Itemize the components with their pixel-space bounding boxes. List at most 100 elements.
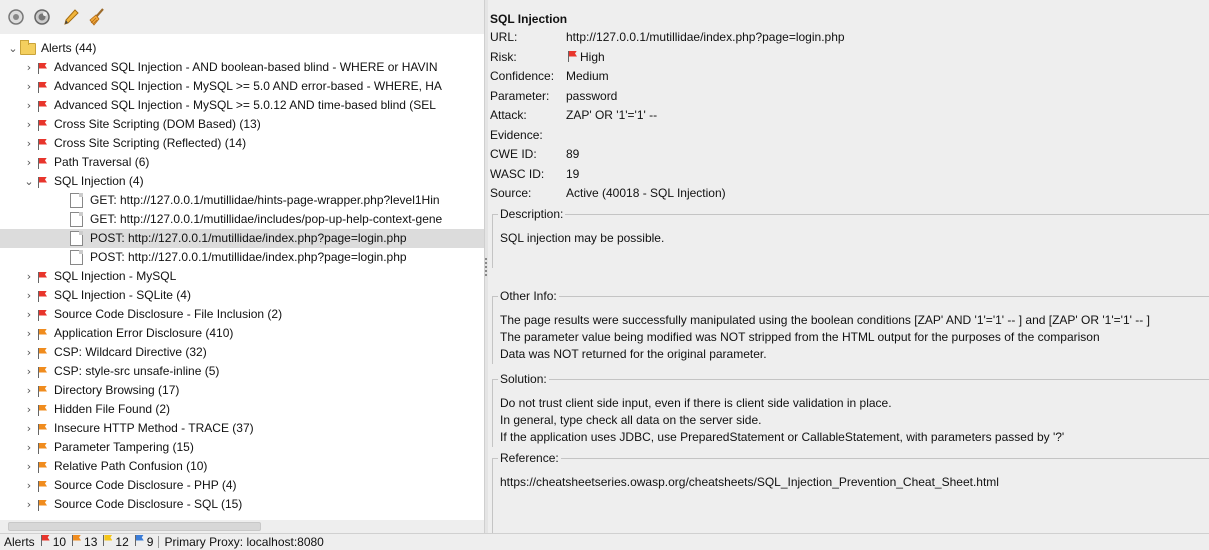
- tree-item-label: Insecure HTTP Method - TRACE (37): [54, 421, 254, 435]
- detail-field-key: Source:: [490, 186, 532, 200]
- flag-icon: [36, 461, 50, 473]
- horizontal-scrollbar[interactable]: [0, 520, 484, 533]
- detail-field-row: URL: http://127.0.0.1/mutillidae/index.ph…: [490, 28, 845, 47]
- tree-item-label: Source Code Disclosure - SQL (15): [54, 497, 243, 511]
- alerts-tree-panel: ⌄ Alerts (44) › Advanced SQL Injection - …: [0, 0, 484, 533]
- tree-alert-item[interactable]: › Source Code Disclosure - PHP (4): [22, 476, 237, 495]
- flag-icon: [36, 271, 50, 283]
- tree-alert-item[interactable]: › Advanced SQL Injection - AND boolean-ba…: [22, 58, 438, 77]
- chevron-right-icon[interactable]: ›: [22, 134, 36, 153]
- detail-field-key: Evidence:: [490, 127, 543, 142]
- tree-alert-item[interactable]: › Cross Site Scripting (DOM Based) (13): [22, 115, 261, 134]
- tree-alert-item[interactable]: › Application Error Disclosure (410): [22, 324, 234, 343]
- globe-icon[interactable]: [31, 6, 53, 28]
- tree-alert-item[interactable]: › Directory Browsing (17): [22, 381, 180, 400]
- chevron-right-icon[interactable]: ›: [22, 96, 36, 115]
- flag-icon: [36, 138, 50, 150]
- chevron-right-icon[interactable]: ›: [22, 77, 36, 96]
- detail-field-value: http://127.0.0.1/mutillidae/index.php?pa…: [566, 30, 845, 44]
- tree-item-label: SQL Injection (4): [54, 174, 144, 188]
- tree-alert-item[interactable]: › Insecure HTTP Method - TRACE (37): [22, 419, 254, 438]
- alerts-tree: ⌄ Alerts (44) › Advanced SQL Injection - …: [0, 34, 484, 520]
- chevron-right-icon[interactable]: ›: [22, 381, 36, 400]
- broom-icon[interactable]: [86, 6, 108, 28]
- tree-instance-item[interactable]: GET: http://127.0.0.1/mutillidae/hints-p…: [0, 191, 440, 210]
- flag-icon: [36, 309, 50, 321]
- detail-field-row: CWE ID: 89: [490, 145, 579, 164]
- chevron-right-icon[interactable]: ›: [22, 305, 36, 324]
- circle-target-icon[interactable]: [5, 6, 27, 28]
- tree-alert-item[interactable]: › Cross Site Scripting (Reflected) (14): [22, 134, 246, 153]
- tree-alert-item[interactable]: › Hidden File Found (2): [22, 400, 170, 419]
- tree-alert-item[interactable]: › Relative Path Confusion (10): [22, 457, 208, 476]
- chevron-right-icon[interactable]: ›: [22, 267, 36, 286]
- tree-alert-item[interactable]: › Source Code Disclosure - File Inclusion…: [22, 305, 282, 324]
- text-line: In general, type check all data on the s…: [500, 413, 762, 427]
- pencil-icon[interactable]: [60, 6, 82, 28]
- detail-field-key: Parameter:: [490, 88, 550, 103]
- tree-alert-item[interactable]: › Advanced SQL Injection - MySQL >= 5.0.1…: [22, 96, 436, 115]
- detail-field-row: Parameter: password: [490, 87, 617, 106]
- flag-icon: [36, 366, 50, 378]
- reference-text: https://cheatsheetseries.owasp.org/cheat…: [500, 474, 999, 491]
- tree-alert-item[interactable]: ⌄ SQL Injection (4): [22, 172, 144, 191]
- flag-icon: [36, 176, 50, 188]
- tree-item-label: Cross Site Scripting (Reflected) (14): [54, 136, 247, 150]
- chevron-right-icon[interactable]: ›: [22, 476, 36, 495]
- flag-icon: [101, 534, 115, 546]
- alert-count: 13: [84, 534, 98, 549]
- tree-instance-item[interactable]: POST: http://127.0.0.1/mutillidae/index.…: [0, 248, 407, 267]
- tree-instance-item[interactable]: GET: http://127.0.0.1/mutillidae/include…: [0, 210, 442, 229]
- tree-alert-item[interactable]: › CSP: style-src unsafe-inline (5): [22, 362, 220, 381]
- tree-alert-item[interactable]: › CSP: Wildcard Directive (32): [22, 343, 207, 362]
- tree-alert-item[interactable]: › Source Code Disclosure - SQL (15): [22, 495, 243, 514]
- flag-icon: [36, 347, 50, 359]
- chevron-right-icon[interactable]: ›: [22, 400, 36, 419]
- tree-alert-item[interactable]: › Parameter Tampering (15): [22, 438, 194, 457]
- tree-alert-item[interactable]: › Advanced SQL Injection - MySQL >= 5.0 A…: [22, 77, 442, 96]
- detail-field-value: ZAP' OR '1'='1' --: [566, 108, 658, 122]
- description-text: SQL injection may be possible.: [500, 230, 664, 247]
- chevron-down-icon[interactable]: ⌄: [22, 172, 36, 191]
- tree-alert-item[interactable]: › SQL Injection - MySQL: [22, 267, 176, 286]
- chevron-right-icon[interactable]: ›: [22, 362, 36, 381]
- tree-item-label: CSP: Wildcard Directive (32): [54, 345, 207, 359]
- detail-field-value: 89: [566, 147, 580, 161]
- status-proxy: Primary Proxy: localhost:8080: [164, 534, 324, 549]
- flag-icon: [36, 480, 50, 492]
- chevron-right-icon[interactable]: ›: [22, 419, 36, 438]
- tree-alert-item[interactable]: › SQL Injection - SQLite (4): [22, 286, 191, 305]
- chevron-right-icon[interactable]: ›: [22, 58, 36, 77]
- tree-root-alerts[interactable]: ⌄ Alerts (44): [6, 39, 96, 58]
- status-separator: [158, 535, 160, 548]
- flag-icon: [36, 81, 50, 93]
- scrollbar-thumb[interactable]: [8, 522, 261, 531]
- solution-text: Do not trust client side input, even if …: [500, 395, 1064, 446]
- chevron-down-icon[interactable]: ⌄: [6, 39, 20, 58]
- flag-icon: [36, 423, 50, 435]
- chevron-right-icon[interactable]: ›: [22, 286, 36, 305]
- tree-item-label: Advanced SQL Injection - AND boolean-bas…: [54, 60, 438, 74]
- alert-title: SQL Injection: [490, 12, 568, 26]
- flag-icon: [36, 290, 50, 302]
- text-line: https://cheatsheetseries.owasp.org/cheat…: [500, 475, 999, 489]
- detail-field-value: Medium: [566, 69, 609, 83]
- tree-item-label: Relative Path Confusion (10): [54, 459, 208, 473]
- tree-alert-item[interactable]: › Path Traversal (6): [22, 153, 150, 172]
- detail-field-key: WASC ID:: [490, 166, 545, 181]
- detail-field-row: Risk: High: [490, 48, 605, 67]
- flag-icon: [36, 404, 50, 416]
- chevron-right-icon[interactable]: ›: [22, 115, 36, 134]
- chevron-right-icon[interactable]: ›: [22, 457, 36, 476]
- drag-handle-icon[interactable]: [485, 258, 487, 276]
- chevron-right-icon[interactable]: ›: [22, 343, 36, 362]
- tree-instance-item[interactable]: POST: http://127.0.0.1/mutillidae/index.…: [0, 229, 484, 248]
- tree-item-label: Directory Browsing (17): [54, 383, 180, 397]
- text-line: SQL injection may be possible.: [500, 231, 665, 245]
- chevron-right-icon[interactable]: ›: [22, 324, 36, 343]
- chevron-right-icon[interactable]: ›: [22, 153, 36, 172]
- solution-label: Solution:: [498, 372, 549, 386]
- document-icon: [70, 250, 83, 265]
- chevron-right-icon[interactable]: ›: [22, 438, 36, 457]
- chevron-right-icon[interactable]: ›: [22, 495, 36, 514]
